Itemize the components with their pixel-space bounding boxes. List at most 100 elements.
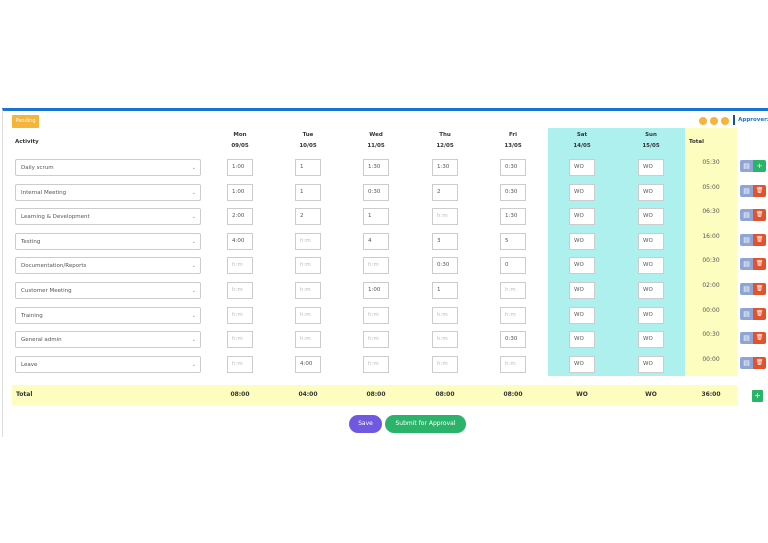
copy-row-button[interactable]: ▤	[740, 233, 753, 246]
delete-row-button[interactable]: 🗑	[753, 233, 766, 246]
hours-input-wed[interactable]: 1:30	[363, 159, 389, 176]
hours-input-sun[interactable]: WO	[638, 208, 664, 226]
delete-row-button[interactable]: 🗑	[753, 307, 766, 320]
hours-input-sat[interactable]: WO	[569, 208, 595, 226]
hours-input-sat[interactable]: WO	[569, 331, 595, 349]
delete-row-button[interactable]: 🗑	[753, 209, 766, 222]
hours-input-mon[interactable]: h:m	[227, 331, 253, 349]
copy-row-button[interactable]: ▤	[740, 184, 753, 197]
hours-input-fri[interactable]: 0:30	[500, 159, 526, 176]
activity-select[interactable]: Training ⌄	[15, 306, 201, 324]
totals-label: Total	[16, 391, 33, 398]
hours-input-mon[interactable]: 1:00	[227, 159, 253, 176]
hours-input-wed[interactable]: h:m	[363, 355, 389, 373]
hours-input-sun[interactable]: WO	[638, 306, 664, 324]
hours-input-thu[interactable]: h:m	[432, 306, 458, 324]
activity-select[interactable]: Daily scrum ⌄	[15, 159, 201, 176]
hours-input-fri[interactable]: h:m	[500, 355, 526, 373]
hours-input-sat[interactable]: WO	[569, 183, 595, 201]
hours-input-mon[interactable]: 4:00	[227, 232, 253, 250]
copy-row-button[interactable]: ▤	[740, 332, 753, 345]
hours-input-sun[interactable]: WO	[638, 331, 664, 349]
delete-row-button[interactable]: 🗑	[753, 258, 766, 271]
hours-input-mon[interactable]: 2:00	[227, 208, 253, 226]
hours-input-thu[interactable]: 0:30	[432, 257, 458, 275]
hours-input-tue[interactable]: 1	[295, 159, 321, 176]
hours-input-thu[interactable]: 1:30	[432, 159, 458, 176]
hours-input-sat[interactable]: WO	[569, 306, 595, 324]
activity-select[interactable]: Learning & Development ⌄	[15, 208, 201, 226]
hours-input-tue[interactable]: h:m	[295, 257, 321, 275]
submit-for-approval-button[interactable]: Submit for Approval	[385, 415, 466, 433]
hours-input-fri[interactable]: h:m	[500, 306, 526, 324]
activity-select[interactable]: Testing ⌄	[15, 232, 201, 250]
day-header-thu: Thu 12/05	[425, 130, 465, 152]
activity-select[interactable]: General admin ⌄	[15, 331, 201, 349]
hours-input-tue[interactable]: 2	[295, 208, 321, 226]
hours-input-thu[interactable]: 2	[432, 183, 458, 201]
hours-input-wed[interactable]: h:m	[363, 257, 389, 275]
hours-input-thu[interactable]: h:m	[432, 355, 458, 373]
hours-input-sat[interactable]: WO	[569, 159, 595, 176]
hours-input-tue[interactable]: h:m	[295, 306, 321, 324]
chevron-down-icon: ⌄	[191, 165, 196, 171]
activity-select[interactable]: Customer Meeting ⌄	[15, 282, 201, 299]
hours-input-tue[interactable]: 1	[295, 183, 321, 201]
hours-input-fri[interactable]: 0:30	[500, 183, 526, 201]
delete-row-button[interactable]: 🗑	[753, 283, 766, 295]
hours-input-sat[interactable]: WO	[569, 232, 595, 250]
delete-row-button[interactable]: 🗑	[753, 356, 766, 369]
table-row: Documentation/Reports ⌄ h:m h:m h:m 0:30 0 WO WO…	[3, 255, 766, 279]
copy-row-button[interactable]: ▤	[740, 356, 753, 369]
table-row: Customer Meeting ⌄ h:m h:m 1:00 1 h:m WO WO 02:00…	[3, 280, 766, 304]
copy-row-button[interactable]: ▤	[740, 209, 753, 222]
hours-input-wed[interactable]: 1	[363, 208, 389, 226]
hours-input-thu[interactable]: 1	[432, 282, 458, 299]
hours-input-sun[interactable]: WO	[638, 183, 664, 201]
hours-input-wed[interactable]: h:m	[363, 331, 389, 349]
delete-row-button[interactable]: 🗑	[753, 184, 766, 197]
hours-input-fri[interactable]: 0:30	[500, 331, 526, 349]
hours-input-thu[interactable]: 3	[432, 232, 458, 250]
hours-input-mon[interactable]: h:m	[227, 282, 253, 299]
hours-input-thu[interactable]: h:m	[432, 331, 458, 349]
delete-row-button[interactable]: 🗑	[753, 332, 766, 345]
hours-input-tue[interactable]: h:m	[295, 232, 321, 250]
hours-input-mon[interactable]: h:m	[227, 355, 253, 373]
chevron-down-icon: ⌄	[191, 189, 196, 196]
hours-input-sun[interactable]: WO	[638, 282, 664, 299]
hours-input-sat[interactable]: WO	[569, 355, 595, 373]
hours-input-mon[interactable]: h:m	[227, 306, 253, 324]
copy-row-button[interactable]: ▤	[740, 258, 753, 271]
activity-select[interactable]: Leave ⌄	[15, 355, 201, 373]
copy-row-button[interactable]: ▤	[740, 283, 753, 295]
hours-input-mon[interactable]: h:m	[227, 257, 253, 275]
hours-input-tue[interactable]: h:m	[295, 331, 321, 349]
hours-input-wed[interactable]: h:m	[363, 306, 389, 324]
hours-input-sat[interactable]: WO	[569, 282, 595, 299]
copy-row-button[interactable]: ▤	[740, 160, 753, 172]
hours-input-fri[interactable]: h:m	[500, 282, 526, 299]
hours-input-sun[interactable]: WO	[638, 159, 664, 176]
copy-row-button[interactable]: ▤	[740, 307, 753, 320]
add-row-button[interactable]: +	[752, 390, 763, 402]
activity-select[interactable]: Internal Meeting ⌄	[15, 183, 201, 201]
add-row-button[interactable]: +	[753, 160, 766, 172]
hours-input-wed[interactable]: 0:30	[363, 183, 389, 201]
hours-input-fri[interactable]: 1:30	[500, 208, 526, 226]
hours-input-sun[interactable]: WO	[638, 355, 664, 373]
save-button[interactable]: Save	[349, 415, 382, 433]
hours-input-sun[interactable]: WO	[638, 232, 664, 250]
activity-select[interactable]: Documentation/Reports ⌄	[15, 257, 201, 275]
hours-input-wed[interactable]: 4	[363, 232, 389, 250]
activity-select-value: Training	[21, 312, 43, 319]
hours-input-tue[interactable]: h:m	[295, 282, 321, 299]
hours-input-thu[interactable]: h:m	[432, 208, 458, 226]
hours-input-sun[interactable]: WO	[638, 257, 664, 275]
hours-input-wed[interactable]: 1:00	[363, 282, 389, 299]
hours-input-fri[interactable]: 5	[500, 232, 526, 250]
hours-input-tue[interactable]: 4:00	[295, 355, 321, 373]
hours-input-mon[interactable]: 1:00	[227, 183, 253, 201]
hours-input-sat[interactable]: WO	[569, 257, 595, 275]
hours-input-fri[interactable]: 0	[500, 257, 526, 275]
